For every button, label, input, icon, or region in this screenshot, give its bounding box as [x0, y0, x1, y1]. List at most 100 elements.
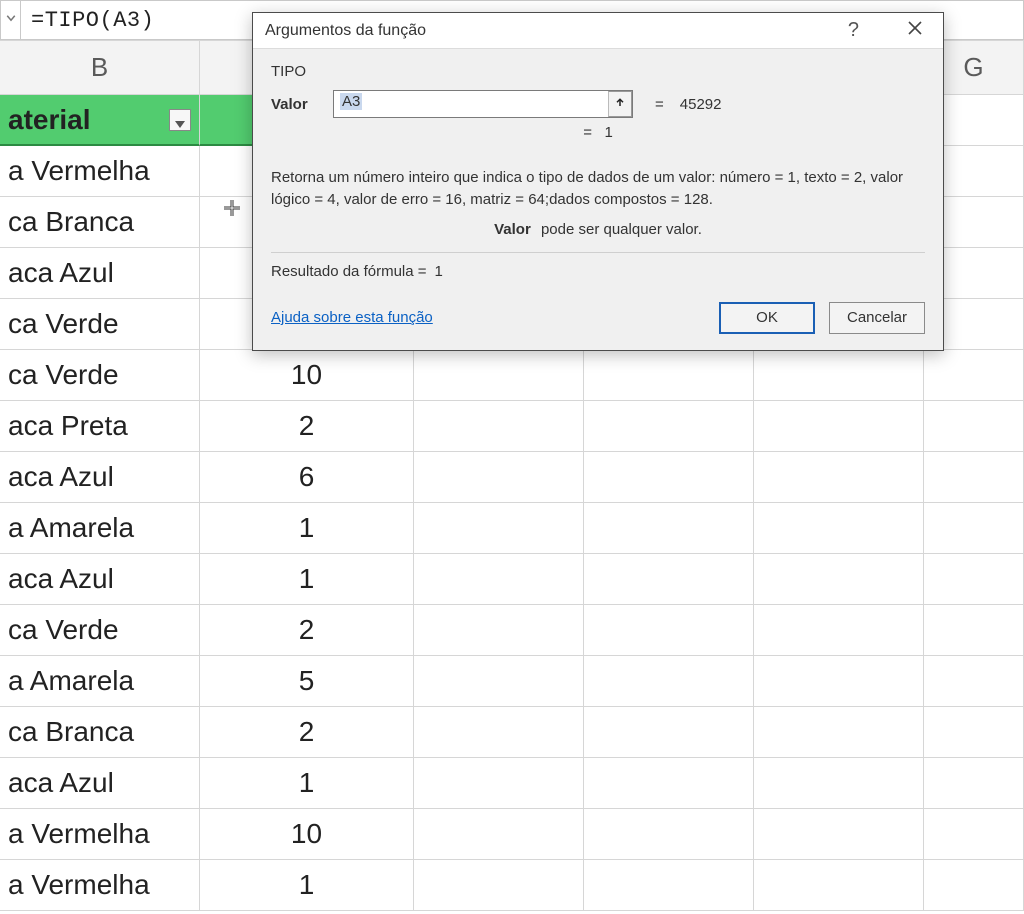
app-root: =TIPO(A3) B G aterial C — [0, 0, 1024, 914]
table-row[interactable]: ca Verde — [0, 299, 200, 350]
cell[interactable] — [924, 452, 1024, 503]
table-row[interactable]: a Vermelha — [0, 809, 200, 860]
table-row[interactable]: aca Azul — [0, 554, 200, 605]
table-row[interactable]: 2 — [200, 401, 414, 452]
table-row[interactable]: a Vermelha — [0, 146, 200, 197]
table-header-material[interactable]: aterial — [0, 95, 200, 146]
cancel-button[interactable]: Cancelar — [829, 302, 925, 334]
cell[interactable] — [584, 605, 754, 656]
argument-description: Valor pode ser qualquer valor. — [271, 221, 925, 238]
function-name: TIPO — [271, 63, 925, 80]
range-picker-button[interactable] — [608, 91, 632, 117]
table-row[interactable]: a Amarela — [0, 656, 200, 707]
cell[interactable] — [414, 809, 584, 860]
table-row[interactable]: 2 — [200, 605, 414, 656]
table-row[interactable]: 1 — [200, 860, 414, 911]
argument-value: A3 — [340, 93, 362, 110]
cell[interactable] — [754, 554, 924, 605]
table-row[interactable]: 2 — [200, 707, 414, 758]
argument-input[interactable]: A3 — [333, 90, 633, 118]
dialog-titlebar[interactable]: Argumentos da função ? — [253, 13, 943, 49]
table-row[interactable]: ca Branca — [0, 707, 200, 758]
table-row[interactable]: aca Azul — [0, 452, 200, 503]
help-button[interactable]: ? — [840, 15, 867, 46]
table-row[interactable]: ca Verde — [0, 605, 200, 656]
cell[interactable] — [414, 707, 584, 758]
cell[interactable] — [924, 656, 1024, 707]
table-row[interactable]: 1 — [200, 554, 414, 605]
cell[interactable] — [754, 758, 924, 809]
cell[interactable] — [584, 656, 754, 707]
close-button[interactable] — [899, 16, 931, 45]
cell[interactable] — [414, 452, 584, 503]
ok-button[interactable]: OK — [719, 302, 815, 334]
table-row[interactable]: aca Azul — [0, 248, 200, 299]
cell[interactable] — [754, 656, 924, 707]
collapse-dialog-icon — [614, 96, 626, 113]
cell[interactable] — [584, 860, 754, 911]
cell[interactable] — [754, 503, 924, 554]
cell[interactable] — [924, 758, 1024, 809]
table-row[interactable]: a Vermelha — [0, 860, 200, 911]
table-row[interactable]: 1 — [200, 758, 414, 809]
filter-button[interactable] — [169, 109, 191, 131]
table-row[interactable]: 1 — [200, 503, 414, 554]
function-eval-value: 1 — [604, 124, 612, 141]
name-box-dropdown[interactable] — [0, 0, 20, 40]
argument-eval-value: 45292 — [680, 96, 722, 113]
cell[interactable] — [924, 554, 1024, 605]
cell[interactable] — [924, 809, 1024, 860]
table-row[interactable]: aca Azul — [0, 758, 200, 809]
cell[interactable] — [754, 605, 924, 656]
table-row[interactable]: 10 — [200, 809, 414, 860]
table-row[interactable]: 10 — [200, 350, 414, 401]
cell[interactable] — [754, 809, 924, 860]
formula-result: Resultado da fórmula = 1 — [271, 263, 925, 280]
cell[interactable] — [584, 452, 754, 503]
cell[interactable] — [414, 605, 584, 656]
cell[interactable] — [414, 656, 584, 707]
dialog-title: Argumentos da função — [265, 22, 426, 40]
cell[interactable] — [584, 401, 754, 452]
cell[interactable] — [414, 503, 584, 554]
table-row[interactable]: 6 — [200, 452, 414, 503]
cell[interactable] — [414, 554, 584, 605]
cell[interactable] — [924, 605, 1024, 656]
cell[interactable] — [924, 860, 1024, 911]
help-link[interactable]: Ajuda sobre esta função — [271, 309, 433, 326]
argument-row: Valor A3 = 45292 — [271, 90, 925, 118]
cell[interactable] — [924, 707, 1024, 758]
cell[interactable] — [924, 401, 1024, 452]
table-row[interactable]: aca Preta — [0, 401, 200, 452]
table-row[interactable]: ca Branca — [0, 197, 200, 248]
col-header-b[interactable]: B — [0, 40, 200, 95]
dialog-body: TIPO Valor A3 = 45292 = — [253, 49, 943, 350]
equals-sign: = — [655, 96, 664, 113]
cell[interactable] — [584, 554, 754, 605]
function-description: Retorna um número inteiro que indica o t… — [271, 167, 925, 211]
cell[interactable] — [584, 809, 754, 860]
cell[interactable] — [924, 350, 1024, 401]
cell[interactable] — [754, 707, 924, 758]
cell[interactable] — [414, 350, 584, 401]
cell[interactable] — [754, 401, 924, 452]
cell[interactable] — [924, 503, 1024, 554]
table-row[interactable]: a Amarela — [0, 503, 200, 554]
separator — [271, 252, 925, 253]
cell[interactable] — [584, 758, 754, 809]
cell[interactable] — [414, 401, 584, 452]
table-row[interactable]: ca Verde — [0, 350, 200, 401]
cell[interactable] — [754, 350, 924, 401]
equals-sign: = — [583, 124, 592, 141]
cell[interactable] — [414, 860, 584, 911]
cell[interactable] — [584, 503, 754, 554]
cell[interactable] — [754, 860, 924, 911]
cell[interactable] — [754, 452, 924, 503]
argument-label: Valor — [271, 96, 323, 113]
function-arguments-dialog: Argumentos da função ? TIPO Valor A3 — [252, 12, 944, 351]
table-row[interactable]: 5 — [200, 656, 414, 707]
cell[interactable] — [584, 350, 754, 401]
cell[interactable] — [584, 707, 754, 758]
cell[interactable] — [414, 758, 584, 809]
close-icon — [907, 20, 923, 40]
